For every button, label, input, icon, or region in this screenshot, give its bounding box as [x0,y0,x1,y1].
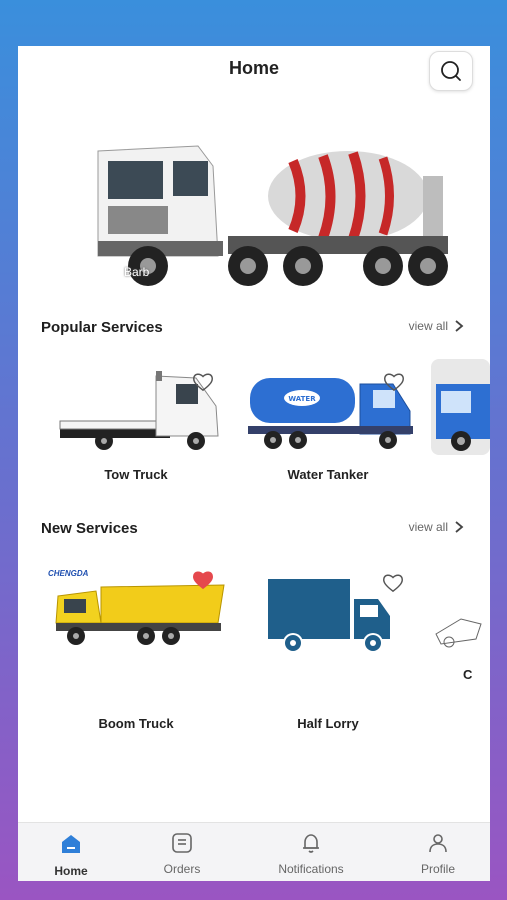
user-icon [429,834,447,853]
chevron-right-icon [455,320,464,332]
svg-text:WATER: WATER [288,395,316,403]
nav-tab-home[interactable]: Home [51,831,91,878]
heart-outline-icon[interactable] [383,372,405,392]
service-label-boom-truck: Boom Truck [98,716,174,731]
truck-partial-image [436,384,490,451]
view-all-label: view all [408,319,448,333]
service-label-tow-truck: Tow Truck [104,467,168,482]
service-card-water-tanker[interactable]: WATER Water Tanker [238,366,418,486]
bell-icon [303,834,319,853]
bottom-navigation: Home Orders Notifications Profile [18,822,490,881]
service-card-partial[interactable] [431,359,490,455]
new-services-title: New Services [41,520,138,537]
app-screen: Home Barb Popular Services view all Tow … [18,46,490,881]
service-label-water-tanker: Water Tanker [287,467,369,482]
heart-filled-icon[interactable] [192,570,214,590]
nav-tab-orders[interactable]: Orders [157,831,207,876]
heart-outline-icon[interactable] [382,573,404,593]
popular-view-all-link[interactable]: view all [409,319,464,333]
nav-label-notifications: Notifications [278,862,344,876]
nav-tab-notifications[interactable]: Notifications [268,831,354,876]
nav-label-home: Home [54,864,88,878]
popular-services-title: Popular Services [41,319,163,336]
service-card-boom-truck[interactable]: CHENGDA Boom Truck [46,561,226,731]
search-button[interactable] [429,51,473,91]
service-label-half-lorry: Half Lorry [297,716,359,731]
service-card-half-lorry[interactable]: Half Lorry [238,561,418,731]
service-card-tow-truck[interactable]: Tow Truck [46,366,226,486]
heart-outline-icon[interactable] [192,372,214,392]
new-view-all-link[interactable]: view all [409,520,464,534]
view-all-label: view all [408,520,448,534]
partial-service-image[interactable] [431,604,490,654]
orders-icon [172,833,192,853]
service-label-partial: C [463,667,473,682]
nav-label-orders: Orders [163,862,201,876]
banner-caption: Barb [124,265,150,279]
nav-tab-profile[interactable]: Profile [415,831,461,876]
chevron-right-icon [455,521,464,533]
nav-label-profile: Profile [420,862,455,876]
search-icon [441,61,461,81]
home-icon [62,835,80,853]
page-title: Home [228,58,279,78]
